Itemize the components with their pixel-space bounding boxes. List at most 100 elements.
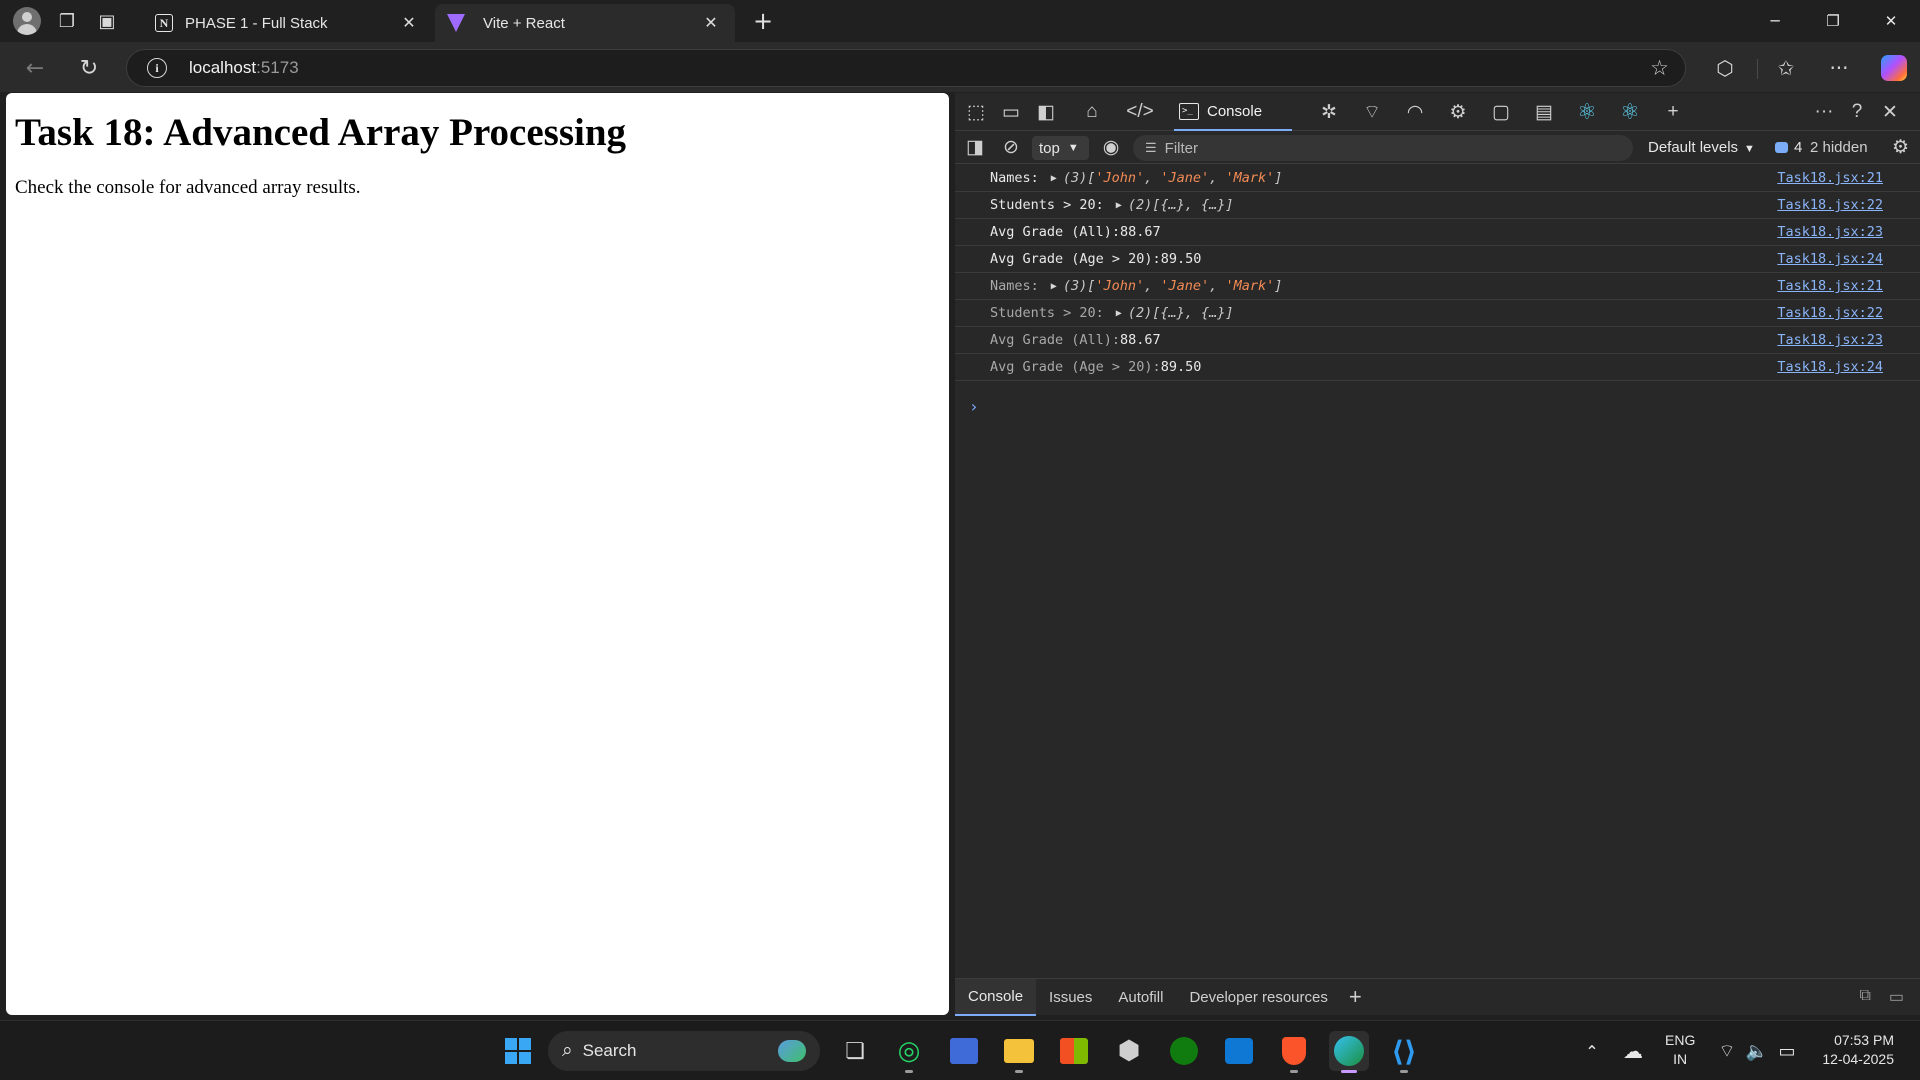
react-components-icon[interactable]: ⚛	[1571, 98, 1603, 126]
source-link[interactable]: Task18.jsx:22	[1777, 305, 1883, 321]
workspaces-icon[interactable]: ❐	[47, 1, 87, 41]
url-text[interactable]: localhost:5173	[189, 58, 299, 78]
clear-console-icon[interactable]: ⊘	[995, 133, 1027, 161]
devtools-panel: ⬚ ▭ ◧ ⌂ </> >_ Console ✲ ⌔ ◠ ⚙ ▢ ▤ ⚛ ⚛ +…	[955, 93, 1920, 1016]
drawer-tab-console[interactable]: Console	[955, 978, 1037, 1016]
issues-counter[interactable]: 4	[1775, 139, 1802, 156]
vertical-tabs-icon[interactable]: ▣	[87, 1, 127, 41]
log-value: 88.67	[1120, 332, 1161, 348]
source-link[interactable]: Task18.jsx:24	[1777, 251, 1883, 267]
sources-bug-icon[interactable]: ✲	[1313, 98, 1345, 126]
address-bar[interactable]: i localhost:5173 ☆	[126, 49, 1686, 87]
clock[interactable]: 07:53 PM 12-04-2025	[1812, 1031, 1894, 1069]
notion-icon: N	[155, 14, 173, 32]
drawer-tab-issues[interactable]: Issues	[1036, 979, 1105, 1016]
expand-triangle-icon[interactable]: ▶	[1116, 200, 1122, 211]
inspect-element-icon[interactable]: ⬚	[960, 98, 992, 126]
back-icon[interactable]: ←	[17, 50, 53, 86]
app-hexagon-icon[interactable]: ⬢	[1109, 1031, 1149, 1071]
tab-phase-1[interactable]: N PHASE 1 - Full Stack ✕	[143, 4, 433, 42]
minimize-icon[interactable]: ─	[1746, 0, 1804, 42]
copilot-icon[interactable]	[1874, 50, 1914, 86]
source-link[interactable]: Task18.jsx:23	[1777, 332, 1883, 348]
close-drawer-icon[interactable]: ▭	[1889, 987, 1904, 1007]
help-icon[interactable]: ?	[1841, 98, 1873, 126]
context-select[interactable]: top ▼	[1032, 136, 1089, 160]
console-settings-icon[interactable]: ⚙	[1892, 136, 1909, 159]
new-tab-button[interactable]: +	[743, 7, 783, 35]
source-link[interactable]: Task18.jsx:21	[1777, 278, 1883, 294]
expand-triangle-icon[interactable]: ▶	[1051, 173, 1057, 184]
dock-side-icon[interactable]: ◧	[1030, 98, 1062, 126]
edge-icon[interactable]	[1329, 1031, 1369, 1073]
expand-triangle-icon[interactable]: ▶	[1051, 281, 1057, 292]
source-link[interactable]: Task18.jsx:23	[1777, 224, 1883, 240]
devtools-more-icon[interactable]: ···	[1808, 98, 1840, 126]
restore-icon[interactable]: ❐	[1804, 0, 1862, 42]
profile-avatar[interactable]	[13, 7, 41, 35]
outlook-icon[interactable]	[1219, 1031, 1259, 1071]
onedrive-cloud-icon[interactable]: ☁	[1613, 1031, 1653, 1071]
device-emulation-icon[interactable]: ▭	[995, 98, 1027, 126]
vscode-icon[interactable]: ⟨⟩	[1384, 1031, 1424, 1073]
vs-studio-icon[interactable]	[944, 1031, 984, 1071]
log-levels-dropdown[interactable]: Default levels ▼	[1648, 139, 1755, 156]
brave-icon[interactable]	[1274, 1031, 1314, 1073]
tab-console[interactable]: >_ Console	[1174, 93, 1292, 131]
expand-triangle-icon[interactable]: ▶	[1116, 308, 1122, 319]
source-link[interactable]: Task18.jsx:21	[1777, 170, 1883, 186]
console-prompt[interactable]: ›	[969, 397, 979, 416]
source-link[interactable]: Task18.jsx:24	[1777, 359, 1883, 375]
log-label: Avg Grade (Age > 20):	[990, 359, 1161, 375]
file-explorer-icon[interactable]	[999, 1031, 1039, 1073]
application-icon[interactable]: ▢	[1485, 98, 1517, 126]
search-highlight-icon	[778, 1040, 806, 1062]
close-window-icon[interactable]: ✕	[1862, 0, 1920, 42]
xbox-icon[interactable]	[1164, 1031, 1204, 1071]
drawer-tab-developer-resources[interactable]: Developer resources	[1176, 979, 1340, 1016]
network-wifi-icon[interactable]: ⌔	[1356, 98, 1388, 126]
extensions-icon[interactable]: ⬡	[1705, 50, 1745, 86]
array-length: (2)	[1127, 305, 1153, 321]
language-indicator[interactable]: ENG IN	[1665, 1031, 1695, 1069]
log-value: 88.67	[1120, 224, 1161, 240]
devtools-toolbar: ⬚ ▭ ◧ ⌂ </> >_ Console ✲ ⌔ ◠ ⚙ ▢ ▤ ⚛ ⚛ +…	[955, 93, 1920, 131]
performance-icon[interactable]: ◠	[1399, 98, 1431, 126]
taskbar-search[interactable]: ⌕ Search	[548, 1031, 820, 1071]
elements-icon[interactable]: </>	[1124, 98, 1156, 126]
drawer-tab-autofill[interactable]: Autofill	[1105, 979, 1176, 1016]
log-value: [{…}, {…}]	[1152, 305, 1234, 321]
array-item: 'Jane'	[1160, 278, 1210, 294]
refresh-icon[interactable]: ↻	[71, 50, 107, 86]
site-info-icon[interactable]: i	[147, 58, 167, 78]
hidden-messages-count: 2 hidden	[1810, 139, 1868, 156]
favorite-star-icon[interactable]: ☆	[1650, 56, 1669, 80]
close-tab-icon[interactable]: ✕	[699, 13, 723, 33]
source-link[interactable]: Task18.jsx:22	[1777, 197, 1883, 213]
tab-title: Vite + React	[483, 14, 565, 32]
clipboard-icon[interactable]: ▤	[1528, 98, 1560, 126]
show-hidden-icons-chevron-up-icon[interactable]: ⌃	[1572, 1031, 1612, 1071]
battery-icon[interactable]: ▭	[1767, 1031, 1807, 1071]
log-label: Avg Grade (All):	[990, 332, 1121, 348]
sidebar-toggle-icon[interactable]: ◨	[959, 133, 991, 161]
console-filter-input[interactable]: ☰ Filter	[1133, 135, 1633, 161]
memory-gear-icon[interactable]: ⚙	[1442, 98, 1474, 126]
more-menu-icon[interactable]: ···	[1819, 50, 1859, 86]
add-drawer-tool-icon[interactable]: +	[1349, 984, 1362, 1010]
whatsapp-icon[interactable]: ◎	[889, 1031, 929, 1073]
react-profiler-icon[interactable]: ⚛	[1614, 98, 1646, 126]
task-view-icon[interactable]: ❏	[835, 1031, 875, 1071]
live-expression-eye-icon[interactable]: ◉	[1095, 133, 1127, 161]
microsoft-store-icon[interactable]	[1054, 1031, 1094, 1071]
tab-title: PHASE 1 - Full Stack	[185, 14, 328, 32]
dock-drawer-icon[interactable]: ⧉	[1859, 987, 1870, 1007]
more-tools-plus-icon[interactable]: +	[1657, 98, 1689, 126]
tab-vite-react[interactable]: Vite + React ✕	[435, 4, 735, 42]
close-tab-icon[interactable]: ✕	[397, 13, 421, 33]
favorites-icon[interactable]: ✩	[1766, 50, 1806, 86]
close-devtools-icon[interactable]: ✕	[1874, 98, 1906, 126]
start-button[interactable]	[498, 1031, 538, 1071]
console-message-row: Students > 20: ▶ (2) [{…}, {…}] Task18.jsx:…	[955, 300, 1920, 327]
welcome-home-icon[interactable]: ⌂	[1076, 98, 1108, 126]
